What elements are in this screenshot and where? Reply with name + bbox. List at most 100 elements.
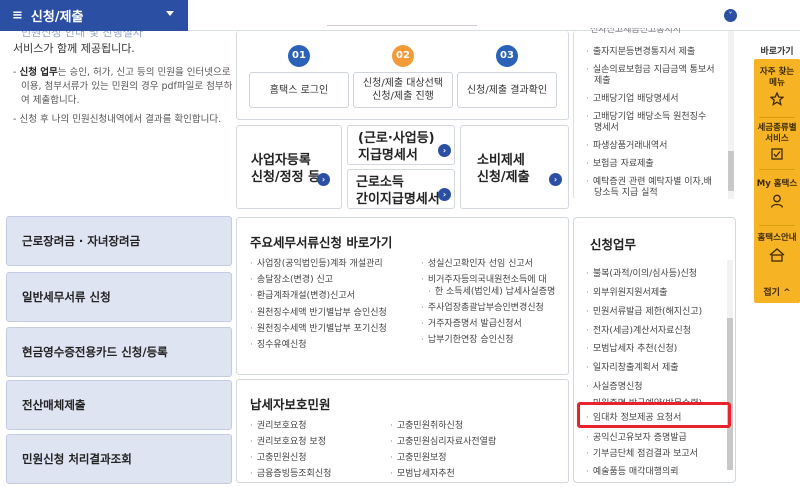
main-docs-title: 주요세무서류신청 바로가기 (250, 235, 393, 250)
arrow-right-icon: › (438, 144, 451, 157)
left-menu-media-submission[interactable]: 전산매체제출 (6, 380, 232, 430)
left-menu-label: 현금영수증전용카드 신청/등록 (22, 345, 168, 359)
divider (759, 169, 795, 170)
taxpayer-protection-title: 납세자보호민원 (250, 397, 331, 412)
list-item[interactable]: 일자리창출계획서 제출 (586, 360, 679, 373)
list-item[interactable]: 주사업장총괄납부승인변경신청 (421, 300, 544, 313)
chevron-down-icon (166, 11, 174, 16)
intro-note-2-text: 신청 후 나의 민원신청내역에서 결과를 확인합니다. (19, 114, 222, 125)
left-menu-label: 근로장려금 · 자녀장려금 (22, 234, 141, 248)
step-number: 02 (392, 45, 414, 67)
intro-note-2: - 신청 후 나의 민원신청내역에서 결과를 확인합니다. (13, 114, 222, 125)
list-item[interactable]: 불복(과적/이의/심사등)신청 (586, 266, 697, 279)
quick-hometax-guide[interactable]: 홈택스안내 (754, 233, 800, 263)
left-menu-result-inquiry[interactable]: 민원신청 처리결과조회 (6, 434, 232, 484)
step-3-label: 신청/제출 결과확인 (466, 84, 548, 96)
left-menu-cash-receipt-card[interactable]: 현금영수증전용카드 신청/등록 (6, 327, 232, 377)
list-item[interactable]: 모범납세자 추천(신청) (586, 341, 677, 354)
arrow-right-icon: › (438, 188, 451, 201)
step-3: 03 신청/제출 결과확인 (457, 45, 557, 108)
list-item[interactable]: 납부기한연장 승인신청 (421, 332, 514, 345)
scrollbar[interactable] (727, 260, 733, 470)
menu-title: 신청/제출 (30, 10, 84, 25)
list-item[interactable]: 송달장소(변경) 신고 (250, 272, 333, 285)
step-2-label: 신청/제출 대상선택 신청/제출 진행 (362, 78, 444, 102)
left-menu-label: 일반세무서류 신청 (22, 290, 111, 304)
quick-item-label: 홈택스안내 (757, 233, 797, 243)
quick-item-label: My 홈택스 (756, 179, 798, 189)
quick-links-header: 바로가기 (754, 44, 800, 60)
left-menu-general-docs[interactable]: 일반세무서류 신청 (6, 272, 232, 322)
business-registration-label: 사업자등록 신청/정정 등 (251, 153, 321, 185)
list-item[interactable]: 원천징수세액 반기별납부 포기신청 (250, 321, 387, 334)
step-3-box[interactable]: 신청/제출 결과확인 (457, 72, 557, 108)
list-item-continued[interactable]: 제출 (594, 73, 611, 86)
quick-favorite-menu[interactable]: 자주 찾는 메뉴 (754, 67, 800, 106)
payment-statement-button[interactable]: (근로·사업등) 지급명세서 › (347, 125, 455, 165)
hamburger-icon: ≡ (12, 8, 23, 23)
list-item[interactable]: 환급계좌개설(변경)신고서 (250, 288, 355, 301)
step-1-box[interactable]: 홈택스 로그인 (249, 72, 349, 108)
list-item[interactable]: 사실증명신청 (586, 379, 643, 392)
highlight-box (577, 402, 731, 428)
list-item[interactable]: 사업장(공익법인등)계좌 개설관리 (250, 256, 383, 269)
collapse-quick-links-button[interactable]: 접기 ^ (754, 283, 800, 303)
list-item[interactable]: 기부금단체 점검결과 보고서 (586, 446, 698, 459)
list-item[interactable]: 원천징수세액 반기별납부 승인신청 (250, 305, 387, 318)
list-item[interactable]: 보험금 자료제출 (586, 156, 654, 169)
quick-my-hometax[interactable]: My 홈택스 (754, 179, 800, 209)
payment-statement-label: (근로·사업등) 지급명세서 (358, 131, 435, 163)
menu-dropdown-button[interactable]: ≡ 신청/제출 (0, 0, 188, 31)
simple-payment-statement-button[interactable]: 근로소득 간이지급명세서 › (347, 169, 455, 209)
arrow-right-icon: › (317, 173, 330, 186)
checkbox-icon (771, 148, 783, 160)
quick-links-label: 바로가기 (760, 47, 794, 57)
quick-links-panel: 자주 찾는 메뉴 세금종류별 서비스 My 홈택스 홈택스안내 (754, 59, 800, 303)
step-number: 03 (496, 45, 518, 67)
list-item-continued[interactable]: 명세서 (594, 120, 619, 133)
divider (327, 25, 477, 33)
list-item[interactable]: 모범납세자추천 (390, 466, 455, 479)
intro-note-1: - 신청 업무는 승인, 허가, 신고 등의 민원을 인터넷으로 이용, 첨부서… (13, 67, 233, 106)
list-item[interactable]: 권리보호요청 보정 (250, 434, 326, 447)
list-item[interactable]: 공익신고유보자 증명발급 (586, 430, 687, 443)
list-item[interactable]: 전자(세금)계산서자료신청 (586, 323, 691, 336)
process-steps-panel: 01 홈택스 로그인 02 신청/제출 대상선택 신청/제출 진행 03 신청/… (236, 25, 569, 120)
list-item[interactable]: 징수유예신청 (250, 337, 307, 350)
chevron-down-icon[interactable]: ˅ (724, 9, 737, 22)
list-item-continued[interactable]: 한 소득세(법인세) 납세사실증명 (428, 284, 555, 297)
list-item[interactable]: 고배당기업 배당명세서 (586, 91, 679, 104)
divider (759, 117, 795, 118)
list-item[interactable]: 권리보호요청 (250, 418, 307, 431)
left-menu-incentive[interactable]: 근로장려금 · 자녀장려금 (6, 216, 232, 266)
business-registration-button[interactable]: 사업자등록 신청/정정 등 › (236, 125, 342, 209)
step-2: 02 신청/제출 대상선택 신청/제출 진행 (353, 45, 453, 108)
list-item[interactable]: 성실신고확인자 선임 신고서 (421, 256, 533, 269)
quick-tax-service[interactable]: 세금종류별 서비스 (754, 123, 800, 160)
list-item[interactable]: 외부위원지원서제출 (586, 285, 668, 298)
list-item[interactable]: 고충민원심리자료사전열람 (390, 434, 496, 447)
list-item[interactable]: 고충민원보정 (390, 450, 447, 463)
step-2-box[interactable]: 신청/제출 대상선택 신청/제출 진행 (353, 72, 453, 108)
left-menu-label: 전산매체제출 (22, 398, 86, 412)
list-item[interactable]: 예술품등 매각대행의뢰 (586, 464, 679, 477)
list-item[interactable]: 고충민원취하신청 (390, 418, 463, 431)
quick-item-label: 세금종류별 서비스 (757, 123, 797, 144)
list-item[interactable]: 출자지분등변경통지서 제출 (586, 44, 695, 57)
intro-lead: 서비스가 함께 제공됩니다. (13, 42, 135, 55)
right-top-cut-item: 전자신고세금신고통지서 (590, 28, 682, 34)
list-item[interactable]: 고충민원신청 (250, 450, 307, 463)
intro-cut-line: 민원신청 안내 및 진행절차 (21, 31, 143, 39)
list-item[interactable]: 민원서류발급 제한(해지신고) (586, 304, 702, 317)
home-icon (769, 248, 785, 262)
excise-tax-button[interactable]: 소비제세 신청/제출 › (460, 125, 569, 209)
list-item[interactable]: 거주자증명서 발급신청서 (421, 316, 522, 329)
list-item-continued[interactable]: 당소득 지급 실적 (594, 185, 658, 198)
arrow-right-icon: › (549, 173, 562, 186)
scrollbar[interactable] (728, 31, 734, 199)
scrollbar-thumb[interactable] (728, 151, 734, 191)
scrollbar-thumb[interactable] (727, 318, 733, 470)
excise-tax-label: 소비제세 신청/제출 (477, 153, 530, 185)
list-item[interactable]: 금융증빙등조회신청 (250, 466, 332, 479)
list-item[interactable]: 파생상품거래내역서 (586, 138, 668, 151)
